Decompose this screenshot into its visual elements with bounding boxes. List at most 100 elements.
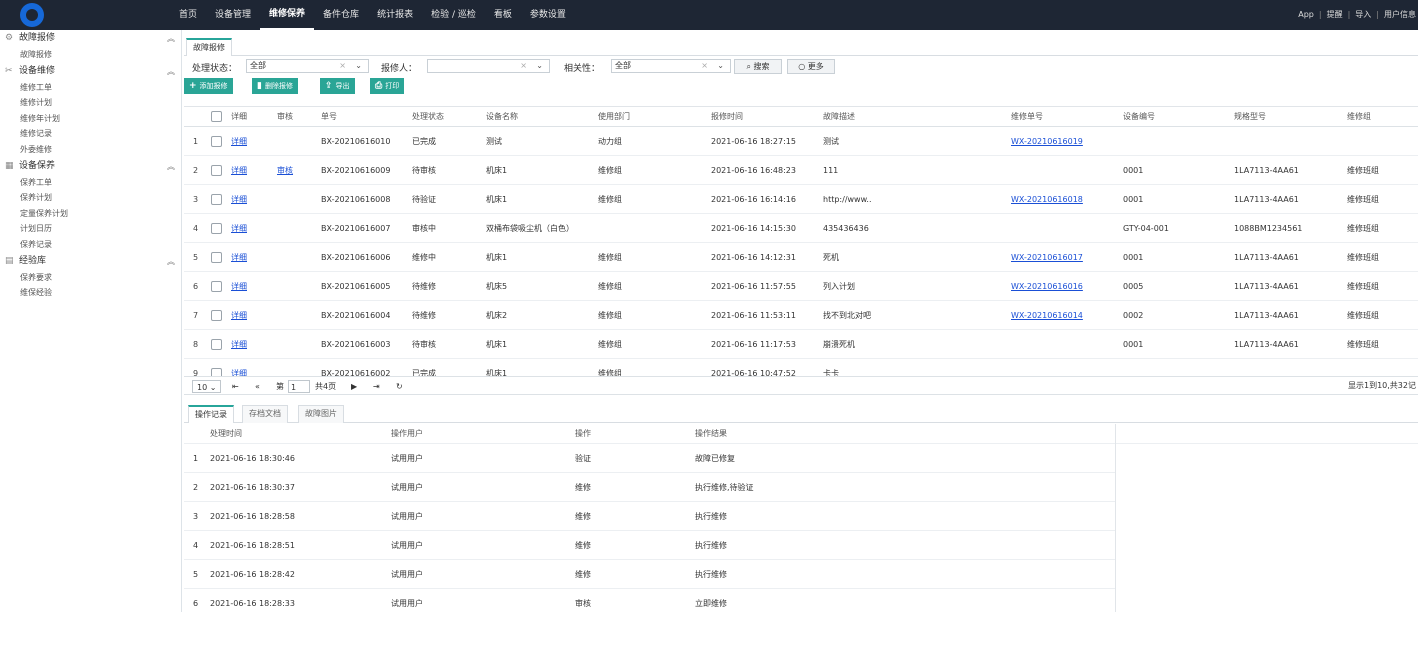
- next-page-icon[interactable]: ▶: [351, 380, 357, 393]
- detail-link[interactable]: 详细: [231, 214, 247, 242]
- sidebar-group-repair[interactable]: ✂ 设备维修 ︽: [0, 63, 181, 80]
- table-row[interactable]: 5 详细 BX-20210616006 维修中 机床1 维修组 2021-06-…: [184, 243, 1418, 272]
- chevron-down-icon[interactable]: ⌄: [536, 60, 543, 72]
- tab-fault-images[interactable]: 故障图片: [298, 405, 344, 423]
- page-size-select[interactable]: 10 ⌄: [192, 380, 222, 393]
- refresh-icon[interactable]: ↻: [396, 380, 403, 393]
- log-row[interactable]: 6 2021-06-16 18:28:33 试用用户 审核 立即维修: [184, 589, 1115, 612]
- detail-link[interactable]: 详细: [231, 185, 247, 213]
- user-info-link[interactable]: 用户信息: [1384, 0, 1416, 30]
- sidebar-item-plan-calendar[interactable]: 计划日历: [0, 221, 181, 237]
- sidebar-item-repair-plan[interactable]: 维修计划: [0, 95, 181, 111]
- tab-archived-docs[interactable]: 存档文档: [242, 405, 288, 423]
- nav-item-spare-parts[interactable]: 备件仓库: [314, 0, 368, 30]
- log-row[interactable]: 1 2021-06-16 18:30:46 试用用户 验证 故障已修复: [184, 444, 1115, 473]
- detail-link[interactable]: 详细: [231, 359, 247, 377]
- page-number-input[interactable]: 1: [288, 380, 310, 393]
- table-row[interactable]: 8 详细 BX-20210616003 待审核 机床1 维修组 2021-06-…: [184, 330, 1418, 359]
- sidebar-item-upkeep-plan[interactable]: 保养计划: [0, 190, 181, 206]
- tab-operation-log[interactable]: 操作记录: [188, 405, 234, 423]
- audit-link[interactable]: 审核: [277, 156, 293, 184]
- col-status[interactable]: 处理状态: [412, 107, 444, 126]
- table-row[interactable]: 3 详细 BX-20210616008 待验证 机床1 维修组 2021-06-…: [184, 185, 1418, 214]
- col-detail[interactable]: 详细: [231, 107, 247, 126]
- sidebar-item-upkeep-order[interactable]: 保养工单: [0, 175, 181, 191]
- col-device-no[interactable]: 设备编号: [1123, 107, 1155, 126]
- first-page-icon[interactable]: ⇤: [232, 380, 239, 393]
- table-row[interactable]: 1 详细 BX-20210616010 已完成 测试 动力组 2021-06-1…: [184, 127, 1418, 156]
- row-checkbox[interactable]: [211, 301, 222, 329]
- nav-item-settings[interactable]: 参数设置: [521, 0, 575, 30]
- sidebar-item-repair-annual-plan[interactable]: 维修年计划: [0, 111, 181, 127]
- detail-link[interactable]: 详细: [231, 243, 247, 271]
- table-row[interactable]: 4 详细 BX-20210616007 审核中 双桶布袋吸尘机（白色） 2021…: [184, 214, 1418, 243]
- table-row[interactable]: 6 详细 BX-20210616005 待维修 机床5 维修组 2021-06-…: [184, 272, 1418, 301]
- table-row[interactable]: 7 详细 BX-20210616004 待维修 机床2 维修组 2021-06-…: [184, 301, 1418, 330]
- col-desc[interactable]: 故障描述: [823, 107, 855, 126]
- row-checkbox[interactable]: [211, 214, 222, 242]
- clear-icon[interactable]: ×: [520, 60, 527, 72]
- table-row[interactable]: 2 详细 审核 BX-20210616009 待审核 机床1 维修组 2021-…: [184, 156, 1418, 185]
- col-model[interactable]: 规格型号: [1234, 107, 1266, 126]
- detail-link[interactable]: 详细: [231, 127, 247, 155]
- row-checkbox[interactable]: [211, 243, 222, 271]
- col-device[interactable]: 设备名称: [486, 107, 518, 126]
- nav-item-equipment[interactable]: 设备管理: [206, 0, 260, 30]
- row-checkbox[interactable]: [211, 330, 222, 358]
- status-filter-select[interactable]: 全部 × ⌄: [246, 59, 369, 73]
- sidebar-group-knowledge[interactable]: ▤ 经验库 ︽: [0, 253, 181, 270]
- col-operator[interactable]: 操作用户: [391, 424, 423, 443]
- more-button[interactable]: ○ 更多: [787, 59, 835, 74]
- last-page-icon[interactable]: ⇥: [373, 380, 380, 393]
- reporter-filter-select[interactable]: × ⌄: [427, 59, 550, 73]
- table-row[interactable]: 9 详细 BX-20210616002 已完成 机床1 维修组 2021-06-…: [184, 359, 1418, 376]
- row-checkbox[interactable]: [211, 272, 222, 300]
- prev-page-icon[interactable]: «: [255, 380, 260, 393]
- nav-item-home[interactable]: 首页: [170, 0, 206, 30]
- clear-icon[interactable]: ×: [339, 60, 346, 72]
- repair-number-link[interactable]: WX-20210616017: [1011, 243, 1083, 271]
- col-time[interactable]: 报修时间: [711, 107, 743, 126]
- sidebar-group-upkeep[interactable]: ▦ 设备保养 ︽: [0, 158, 181, 175]
- reminder-link[interactable]: 提醒: [1327, 0, 1343, 30]
- detail-link[interactable]: 详细: [231, 330, 247, 358]
- chevron-up-icon[interactable]: ︽: [167, 30, 175, 47]
- col-number[interactable]: 单号: [321, 107, 337, 126]
- sidebar-group-fault[interactable]: ⚙ 故障报修 ︽: [0, 30, 181, 47]
- log-row[interactable]: 5 2021-06-16 18:28:42 试用用户 维修 执行维修: [184, 560, 1115, 589]
- repair-number-link[interactable]: WX-20210616014: [1011, 301, 1083, 329]
- repair-number-link[interactable]: WX-20210616019: [1011, 127, 1083, 155]
- app-link[interactable]: App: [1298, 0, 1314, 30]
- sidebar-item-upkeep-requirements[interactable]: 保养要求: [0, 270, 181, 286]
- col-group[interactable]: 维修组: [1347, 107, 1371, 126]
- log-row[interactable]: 4 2021-06-16 18:28:51 试用用户 维修 执行维修: [184, 531, 1115, 560]
- chevron-up-icon[interactable]: ︽: [167, 63, 175, 80]
- relevance-filter-select[interactable]: 全部 × ⌄: [611, 59, 731, 73]
- export-button[interactable]: ⇪ 导出: [320, 78, 355, 94]
- col-operation[interactable]: 操作: [575, 424, 591, 443]
- delete-report-button[interactable]: ▮ 删除报修: [252, 78, 298, 94]
- clear-icon[interactable]: ×: [701, 60, 708, 72]
- chevron-down-icon[interactable]: ⌄: [355, 60, 362, 72]
- chevron-down-icon[interactable]: ⌄: [717, 60, 724, 72]
- search-button[interactable]: ⌕ 搜索: [734, 59, 782, 74]
- col-dept[interactable]: 使用部门: [598, 107, 630, 126]
- col-audit[interactable]: 审核: [277, 107, 293, 126]
- sidebar-item-quantitative-plan[interactable]: 定量保养计划: [0, 206, 181, 222]
- nav-item-inspection[interactable]: 检验 / 巡检: [422, 0, 485, 30]
- nav-item-reports[interactable]: 统计报表: [368, 0, 422, 30]
- sidebar-item-upkeep-record[interactable]: 保养记录: [0, 237, 181, 253]
- chevron-up-icon[interactable]: ︽: [167, 158, 175, 175]
- row-checkbox[interactable]: [211, 185, 222, 213]
- detail-link[interactable]: 详细: [231, 156, 247, 184]
- print-button[interactable]: ⎙ 打印: [370, 78, 405, 94]
- sidebar-item-fault-report[interactable]: 故障报修: [0, 47, 181, 63]
- repair-number-link[interactable]: WX-20210616016: [1011, 272, 1083, 300]
- col-repair-no[interactable]: 维修单号: [1011, 107, 1043, 126]
- import-link[interactable]: 导入: [1355, 0, 1371, 30]
- row-checkbox[interactable]: [211, 359, 222, 376]
- chevron-up-icon[interactable]: ︽: [167, 253, 175, 270]
- repair-number-link[interactable]: WX-20210616018: [1011, 185, 1083, 213]
- nav-item-maintenance[interactable]: 维修保养: [260, 0, 315, 30]
- nav-item-dashboard[interactable]: 看板: [485, 0, 521, 30]
